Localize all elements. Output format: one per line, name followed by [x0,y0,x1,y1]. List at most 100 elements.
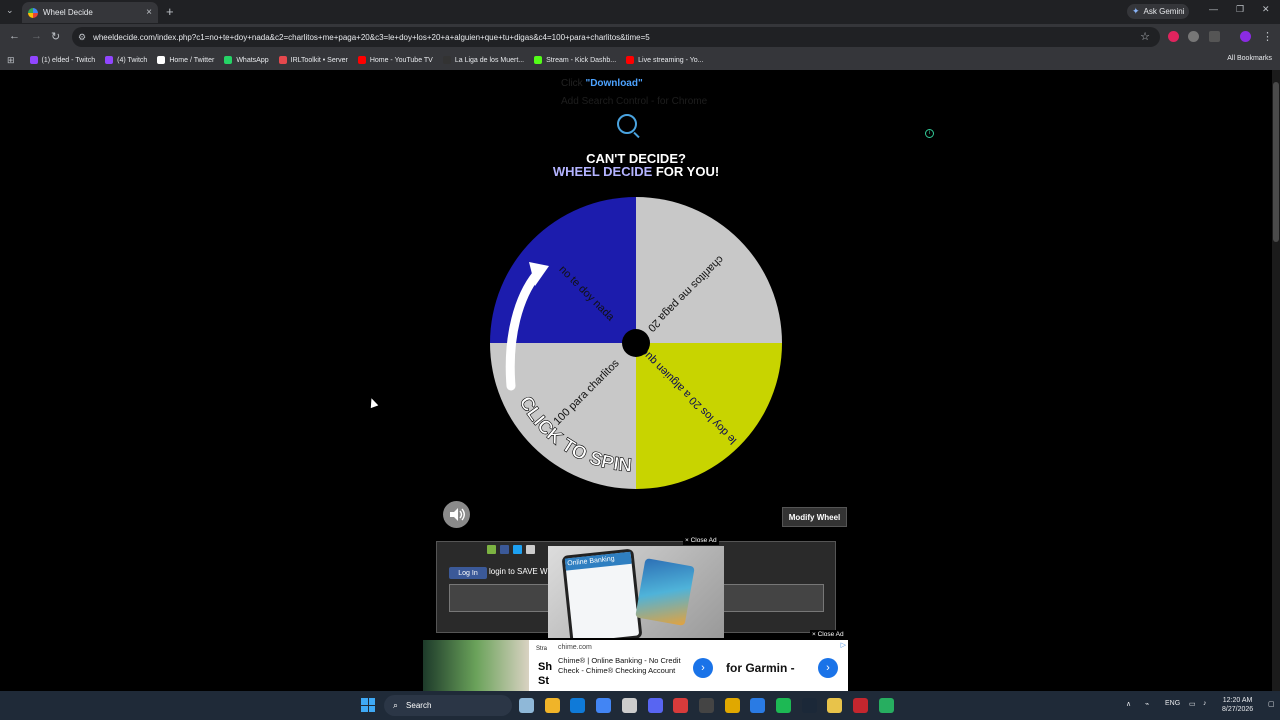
ad-arrow-button[interactable]: › [693,658,713,678]
language-indicator[interactable]: ENG [1165,700,1180,707]
bookmark-item[interactable]: (1) elded - Twitch [29,56,95,64]
close-ad-button[interactable]: × Close Ad [683,536,719,545]
bookmark-item[interactable]: Home - YouTube TV [357,56,433,64]
bookmark-item[interactable]: Home / Twitter [157,56,214,64]
close-window-icon[interactable]: ✕ [1262,4,1270,15]
taskbar-app-icon[interactable] [750,698,766,713]
extension-download-icon[interactable] [1188,31,1199,42]
facebook-login-button[interactable]: Log In [449,567,487,579]
search-icon[interactable] [617,114,637,134]
bookmark-label: Home / Twitter [169,56,215,64]
login-to-save-text: login to SAVE W [489,567,548,576]
reload-icon[interactable]: ↻ [51,30,60,43]
ad-arrow-button-2[interactable]: › [818,658,838,678]
chrome-menu-icon[interactable]: ⋮ [1262,30,1273,43]
bookmark-favicon-icon [357,56,366,64]
sound-toggle-button[interactable] [443,501,470,528]
add-search-control-hint: Add Search Control - for Chrome [561,96,708,107]
ask-gemini-button[interactable]: ✦ Ask Gemini [1127,4,1189,19]
tray-display-icon[interactable]: ▭ [1189,700,1196,708]
bookmark-item[interactable]: Stream - Kick Dashb... [534,56,616,64]
watch-ad-photo [423,640,529,691]
url-text: wheeldecide.com/index.php?c1=no+te+doy+n… [93,32,650,42]
bookmark-star-icon[interactable]: ☆ [1140,30,1150,43]
extensions-puzzle-icon[interactable] [1209,31,1220,42]
share-twitter-icon[interactable] [513,545,522,554]
tray-network-icon[interactable]: ⌁ [1145,700,1149,708]
extension-record-icon[interactable] [1168,31,1179,42]
new-tab-button[interactable]: + [166,4,174,19]
taskbar-app-icon[interactable] [519,698,534,713]
bookmark-item[interactable]: WhatsApp [224,56,269,64]
ad-domain: chime.com [558,644,592,651]
modify-wheel-button[interactable]: Modify Wheel [782,507,847,527]
close-ad-button-bottom[interactable]: × Close Ad [810,630,846,639]
taskbar-search-icon: ⌕ [393,700,399,710]
restore-icon[interactable]: ❐ [1236,4,1244,15]
taskbar-app-icon[interactable] [596,698,612,713]
notifications-icon[interactable]: ▢ [1268,700,1275,708]
tab-wheel-decide[interactable]: Wheel Decide × [22,2,158,23]
taskbar-app-icon[interactable] [776,698,791,713]
taskbar-app-icon[interactable] [878,698,894,713]
address-bar[interactable]: ⚙ wheeldecide.com/index.php?c1=no+te+doy… [72,27,1160,47]
download-link[interactable]: "Download" [585,78,642,89]
bookmark-list: (1) elded - Twitch (4) Twitch Home / Twitt… [29,56,714,64]
all-bookmarks-link[interactable]: All Bookmarks [1227,55,1272,62]
page-scrollbar[interactable] [1272,70,1280,691]
taskbar-clock[interactable]: 12:20 AM 8/27/2026 [1222,696,1253,714]
wheel-decide-page: Click "Download" Add Search Control - fo… [0,70,1272,691]
tray-chevron-icon[interactable]: ∧ [1126,700,1131,708]
taskbar-app-icon[interactable] [853,698,869,713]
tab-search-button[interactable]: ⌄ [6,5,14,16]
forward-icon[interactable]: → [31,30,42,42]
minimize-icon[interactable]: — [1209,4,1218,14]
taskbar-app-icon[interactable] [673,698,689,713]
taskbar-app-icon[interactable] [621,698,637,713]
clock-date: 8/27/2026 [1222,706,1254,713]
scrollbar-thumb[interactable] [1273,82,1279,242]
headline-line2: WHEEL DECIDE FOR YOU! [536,165,736,178]
tab-close-icon[interactable]: × [146,7,152,18]
taskbar-app-icon[interactable] [570,698,586,713]
bookmark-item[interactable]: Live streaming - Yo... [626,56,704,64]
taskbar-app-icon[interactable] [544,698,560,713]
share-mail-icon[interactable] [526,545,535,554]
taskbar-app-icon[interactable] [801,698,817,713]
bookmark-item[interactable]: IRLToolkit • Server [278,56,348,64]
windows-start-icon[interactable] [361,698,375,712]
bookmark-favicon-icon [157,56,166,64]
taskbar-app-icon[interactable] [698,698,714,713]
ad-garmin-text[interactable]: for Garmin - [726,661,795,675]
spin-wheel[interactable]: 100 para charlitosno te doy nada charlito… [489,196,783,490]
back-icon[interactable]: ← [9,30,20,42]
clock-time: 12:20 AM [1222,697,1253,704]
headline-brand: WHEEL DECIDE [552,164,653,179]
tab-strip: ⌄ Wheel Decide × + ✦ Ask Gemini — ❐ ✕ [0,0,1280,23]
ad-phone-title: Online Banking [564,551,632,571]
taskbar-search[interactable]: ⌕ Search [384,695,512,716]
bookmark-favicon-icon [278,56,287,64]
mouse-cursor-icon [367,396,379,409]
share-email-icon[interactable] [487,545,496,554]
bookmark-item[interactable]: (4) Twitch [105,56,147,64]
apps-grid-icon[interactable]: ⊞ [7,55,15,66]
info-icon[interactable]: i [925,129,934,138]
bookmark-favicon-icon [534,56,543,64]
browser-chrome: ⌄ Wheel Decide × + ✦ Ask Gemini — ❐ ✕ ← … [0,0,1280,70]
profile-avatar[interactable] [1240,31,1251,42]
page-title: CAN'T DECIDE? WHEEL DECIDE FOR YOU! [536,152,736,178]
adchoices-icon[interactable]: ▷ [841,641,846,649]
chime-ad-banner[interactable]: Stra Sh St chime.com Chime® | Online Bank… [423,640,848,691]
taskbar-app-icon[interactable] [724,698,740,713]
bookmark-item[interactable]: La Liga de los Muert... [442,56,524,64]
taskbar-app-icon[interactable] [827,698,843,713]
bookmark-favicon-icon [29,56,38,64]
share-facebook-icon[interactable] [500,545,509,554]
ad-title[interactable]: Chime® | Online Banking - No Credit Chec… [558,656,683,676]
site-info-icon[interactable]: ⚙ [78,32,86,43]
taskbar-app-icon[interactable] [647,698,663,713]
banking-ad-image[interactable]: Online Banking [548,546,724,638]
bookmark-favicon-icon [105,56,114,64]
tray-volume-icon[interactable]: ♪ [1203,700,1207,707]
